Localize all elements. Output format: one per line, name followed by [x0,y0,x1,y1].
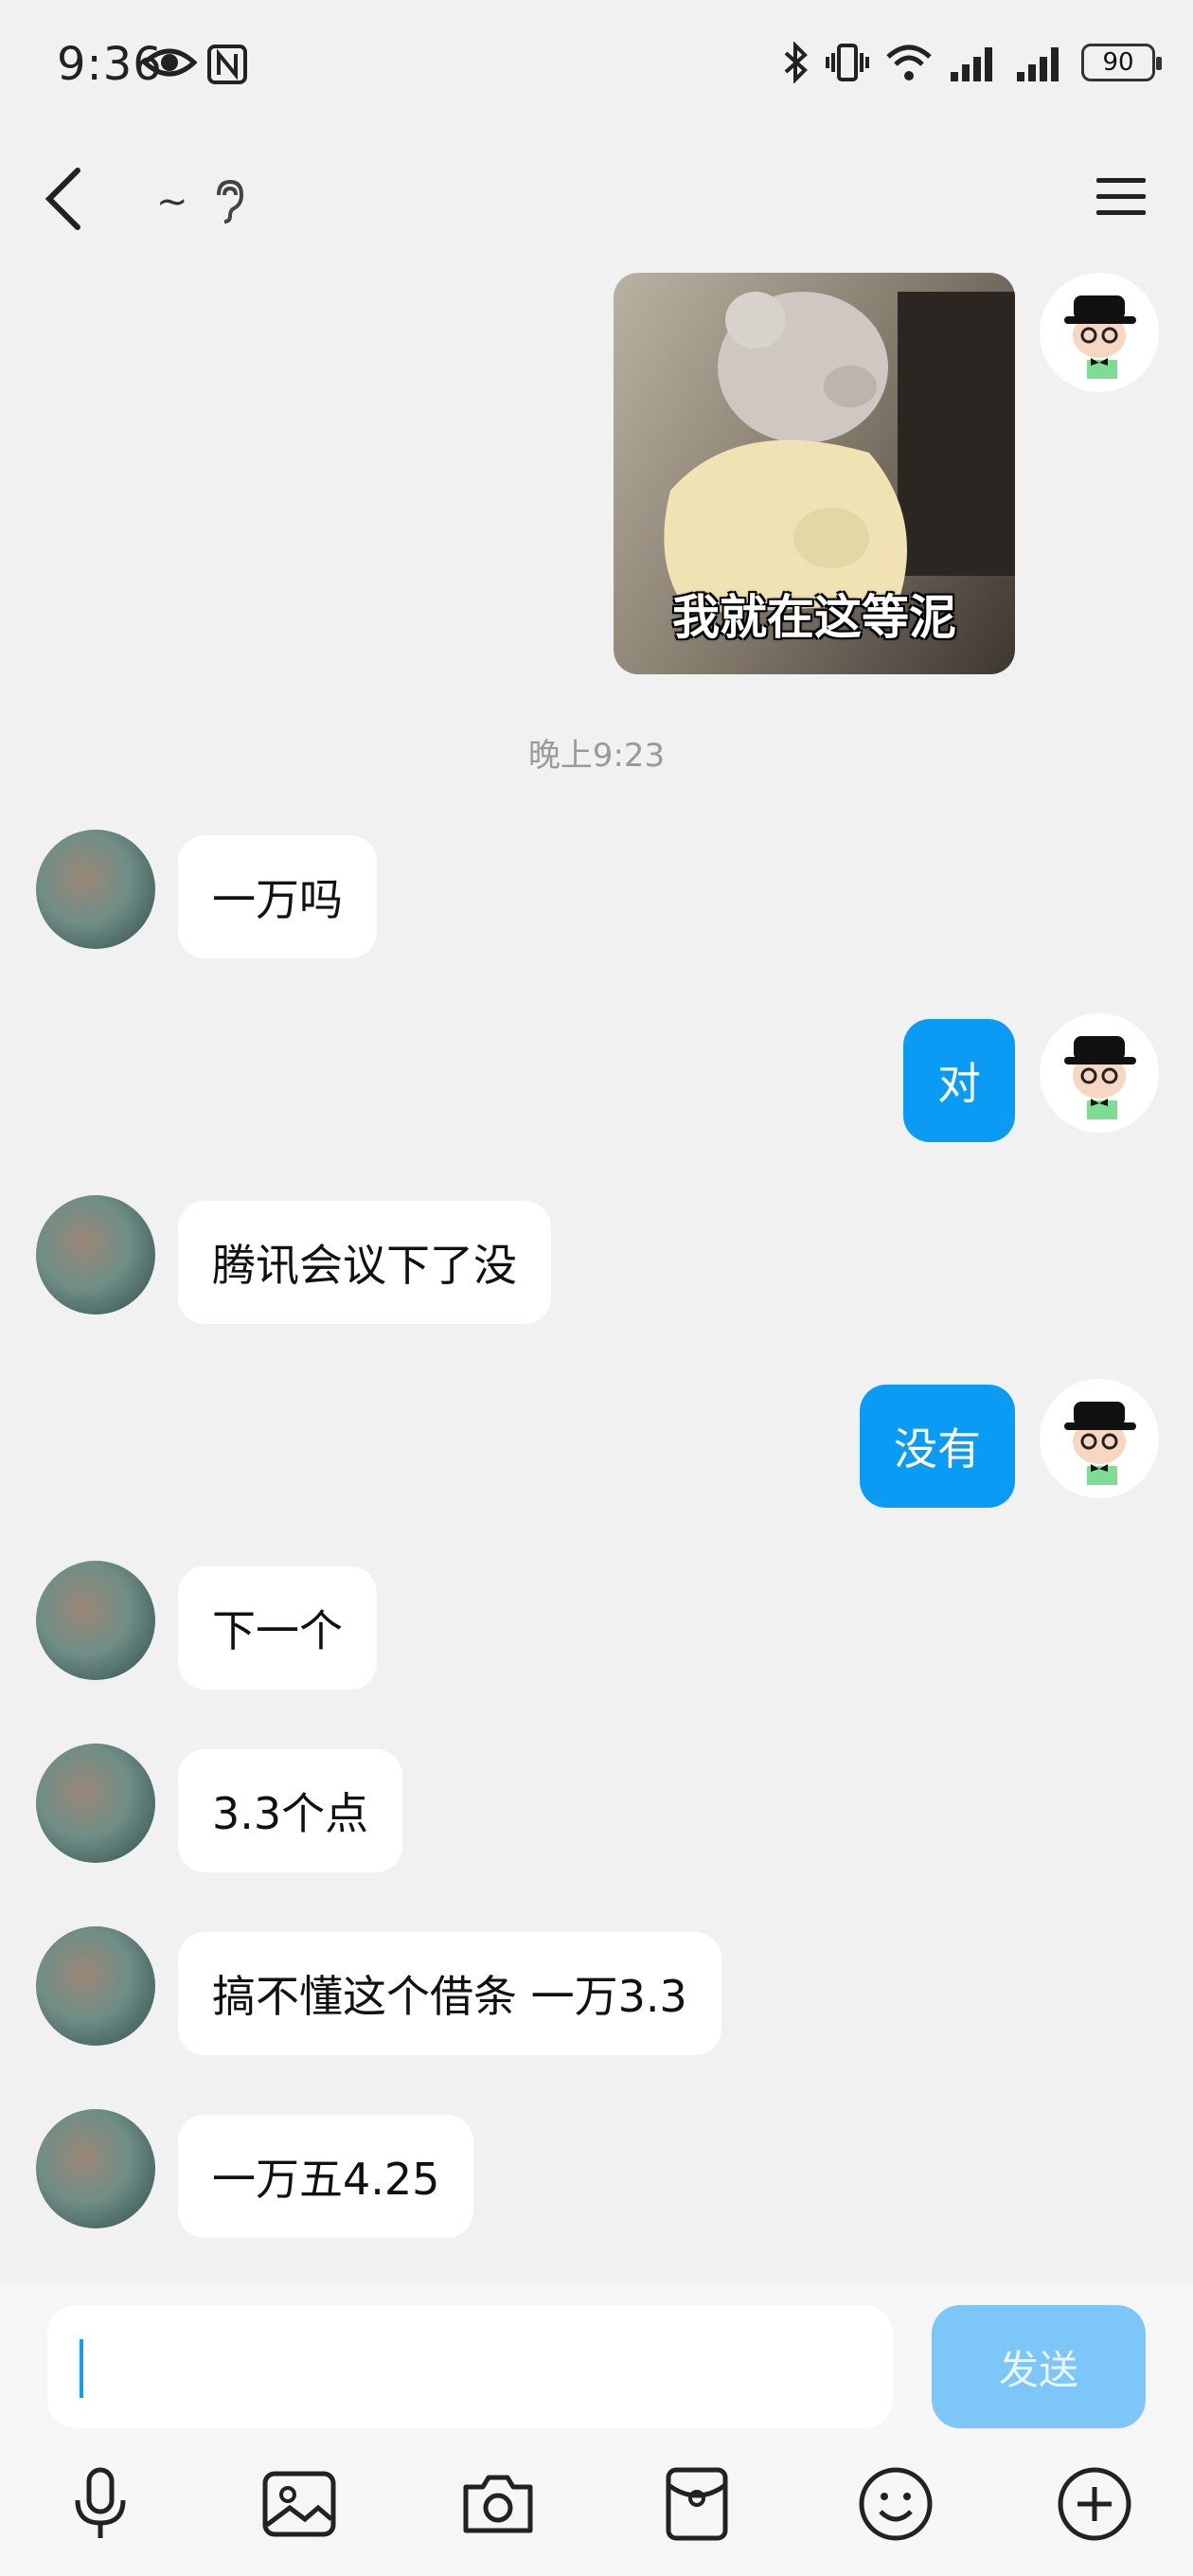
vibrate-icon [826,44,869,81]
chat-header: ~ [0,142,1193,256]
avatar-contact[interactable] [36,2109,155,2228]
message-composer: 发送 [0,2284,1193,2576]
ear-icon [216,179,243,224]
message-bubble[interactable]: 一万五4.25 [178,2115,474,2238]
input-toolbar [0,2464,1193,2559]
battery-indicator: 90 [1081,44,1162,81]
bluetooth-icon [784,42,808,83]
camera-icon[interactable] [458,2464,538,2544]
sticker-message[interactable]: 我就在这等泥 [614,273,1015,674]
avatar-me[interactable] [1040,1379,1159,1498]
microphone-icon[interactable] [61,2464,140,2544]
eye-icon [142,48,197,77]
message-bubble[interactable]: 没有 [860,1385,1015,1508]
signal-icon-1 [951,47,992,81]
avatar-contact[interactable] [36,830,155,949]
contact-name: ~ [156,180,188,224]
message-bubble[interactable]: 一万吗 [178,835,377,958]
message-bubble[interactable]: 下一个 [178,1566,377,1690]
send-button[interactable]: 发送 [932,2305,1146,2428]
image-icon[interactable] [259,2464,339,2544]
back-arrow-icon[interactable] [36,161,93,237]
avatar-contact[interactable] [36,1195,155,1315]
chat-title: ~ [156,178,247,225]
status-bar: 9:36 90 [0,0,1193,133]
sticker-caption: 我就在这等泥 [672,590,956,645]
signal-icon-2 [1017,47,1059,81]
avatar-me[interactable] [1040,273,1159,392]
avatar-contact[interactable] [36,1561,155,1680]
text-caret [80,2339,83,2398]
wifi-icon [886,45,932,80]
emoji-icon[interactable] [856,2464,935,2544]
red-packet-icon[interactable] [657,2464,737,2544]
message-bubble[interactable]: 对 [903,1019,1015,1142]
message-bubble[interactable]: 搞不懂这个借条 一万3.3 [178,1932,721,2055]
message-input[interactable] [47,2305,893,2428]
message-bubble[interactable]: 腾讯会议下了没 [178,1201,551,1324]
nfc-icon [207,45,247,84]
avatar-contact[interactable] [36,1926,155,2046]
message-bubble[interactable]: 3.3个点 [178,1749,403,1872]
menu-icon[interactable] [1095,170,1148,224]
avatar-me[interactable] [1040,1013,1159,1133]
cartoon-hat-avatar-icon [1064,1402,1136,1485]
cartoon-hat-avatar-icon [1064,1036,1136,1119]
cartoon-hat-avatar-icon [1064,295,1136,379]
plus-icon[interactable] [1055,2464,1134,2544]
avatar-contact[interactable] [36,1744,155,1863]
message-timestamp: 晚上9:23 [527,737,666,775]
